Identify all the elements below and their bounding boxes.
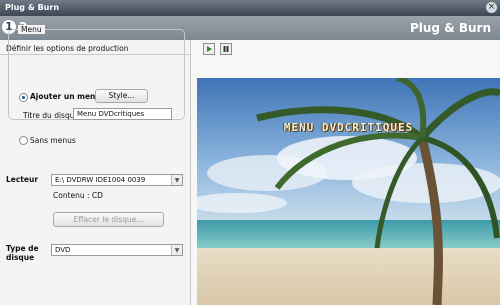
chevron-down-icon[interactable]: ▼ [171,245,182,255]
pause-icon[interactable] [220,43,232,55]
chevron-down-icon[interactable]: ▼ [171,175,182,185]
disc-type-label-line2: disque [6,253,35,262]
drive-select-value: E:\ DVDRW IDE1004 0039 [55,176,146,184]
menu-preview: MENU DVDCRITIQUES [197,78,500,305]
disc-title-label: Titre du disque [23,111,80,120]
erase-disc-button[interactable]: Effacer le disque... [53,212,164,227]
disc-type-select[interactable]: DVD ▼ [51,244,183,256]
disc-type-select-value: DVD [55,246,71,254]
menu-group-label: Menu [18,25,45,34]
menu-group [8,29,185,120]
brand-title: Plug & Burn [409,21,491,35]
drive-content-text: Contenu : CD [53,191,103,200]
disc-type-label-line1: Type de [6,244,39,253]
play-icon[interactable] [203,43,215,55]
beach-preview-image [197,78,500,305]
add-menu-label[interactable]: Ajouter un menu [30,92,101,101]
window-title: Plug & Burn [5,3,60,12]
style-button[interactable]: Style... [95,89,148,103]
disc-type-label: Type de disque [6,244,39,262]
title-bar: Plug & Burn × [0,0,500,16]
disc-title-input[interactable]: Menu DVDcritiques [73,108,172,120]
no-menu-label[interactable]: Sans menus [30,136,76,145]
drive-select[interactable]: E:\ DVDRW IDE1004 0039 ▼ [51,174,183,186]
close-icon[interactable]: × [486,2,497,13]
preview-menu-title[interactable]: MENU DVDCRITIQUES [197,121,500,134]
drive-label: Lecteur [6,175,39,184]
add-menu-radio[interactable] [19,93,28,102]
no-menu-radio[interactable] [19,136,28,145]
